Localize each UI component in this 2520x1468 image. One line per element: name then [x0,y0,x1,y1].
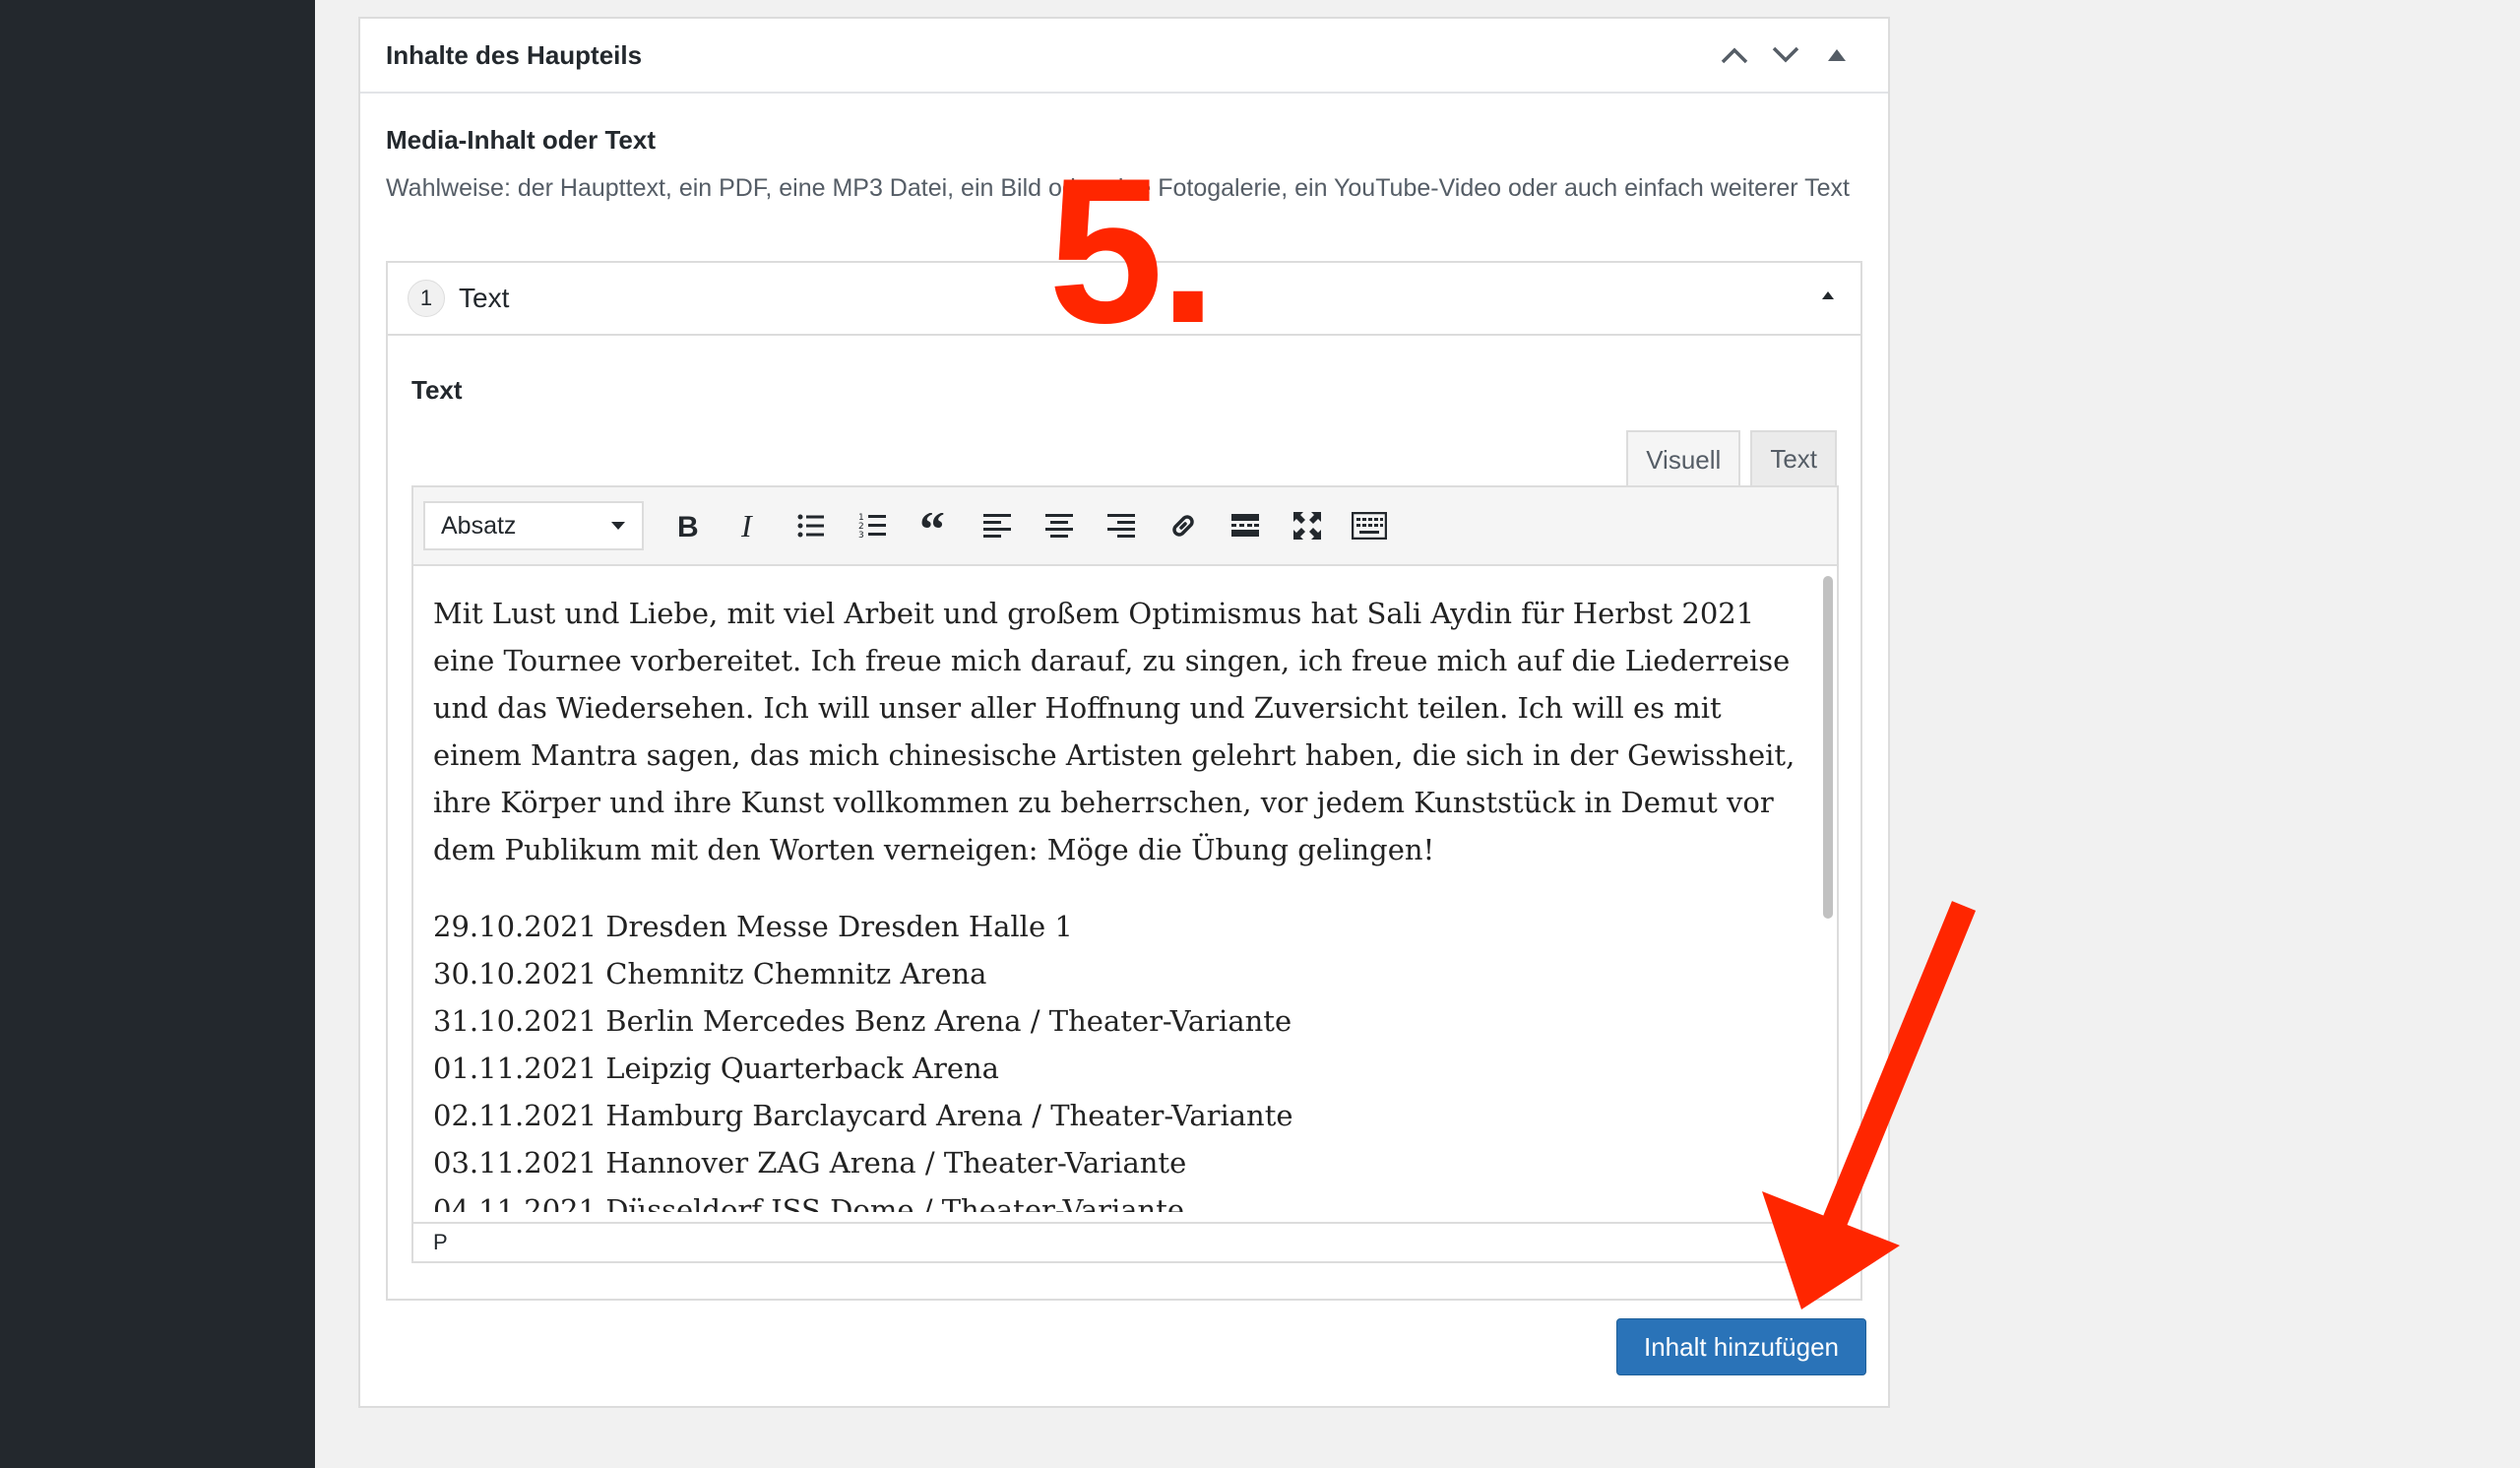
collapse-triangle-icon[interactable] [1821,290,1835,300]
tour-date-line: 01.11.2021 Leipzig Quarterback Arena [433,1052,999,1085]
step-number-annotation: 5. [1048,135,1217,366]
editor-status-bar: P [413,1222,1837,1261]
format-select-value: Absatz [441,511,517,540]
fullscreen-icon [1293,512,1321,540]
paragraph-text: Mit Lust und Liebe, mit viel Arbeit und … [433,597,1796,866]
metabox-title: Inhalte des Haupteils [386,39,643,70]
align-center-button[interactable] [1034,500,1085,551]
metabox-header: Inhalte des Haupteils [360,19,1888,94]
blockquote-icon: “ [919,513,945,539]
editor-tabs: Visuell Text [1626,430,1837,487]
dropdown-arrow-icon [611,522,625,530]
toolbar-toggle-button[interactable] [1344,500,1395,551]
toolbar-toggle-icon [1352,512,1387,540]
bullet-list-icon [797,514,824,538]
element-path[interactable]: P [433,1230,448,1254]
link-icon [1172,515,1194,537]
editor-content[interactable]: Mit Lust und Liebe, mit viel Arbeit und … [413,568,1837,1212]
tour-date-line: 29.10.2021 Dresden Messe Dresden Halle 1 [433,910,1073,943]
add-content-button[interactable]: Inhalt hinzufügen [1616,1318,1866,1375]
italic-button[interactable]: I [724,500,775,551]
tour-date-line: 31.10.2021 Berlin Mercedes Benz Arena / … [433,1004,1292,1038]
bold-icon: B [677,511,699,541]
tour-date-line: 03.11.2021 Hannover ZAG Arena / Theater-… [433,1146,1187,1180]
numbered-list-icon: 123 [858,513,886,540]
bullet-list-button[interactable] [786,500,837,551]
align-left-icon [983,514,1011,538]
red-arrow-icon [1762,901,1977,1309]
numbered-list-button[interactable]: 123 [848,500,899,551]
layout-order-badge: 1 [408,280,445,317]
link-button[interactable] [1158,500,1209,551]
italic-icon: I [740,511,753,541]
text-field-label: Text [411,375,463,405]
move-down-button[interactable] [1760,30,1811,81]
read-more-icon [1231,514,1259,537]
align-right-icon [1107,514,1135,538]
wysiwyg-editor: Absatz B I 123 “ [411,485,1839,1263]
bold-button[interactable]: B [662,500,713,551]
layout-name: Text [459,283,510,313]
triangle-up-icon [1828,49,1846,61]
tour-date-line: 02.11.2021 Hamburg Barclaycard Arena / T… [433,1099,1293,1132]
read-more-button[interactable] [1220,500,1271,551]
editor-scrollbar[interactable] [1823,576,1833,919]
tour-date-line: 30.10.2021 Chemnitz Chemnitz Arena [433,957,987,990]
move-up-button[interactable] [1709,30,1760,81]
align-right-button[interactable] [1096,500,1147,551]
flexible-layout: 1 Text Text Visuell Text Absatz B I 1 2 … [386,261,1862,1301]
align-left-button[interactable] [972,500,1023,551]
tour-date-line: 04.11.2021 Düsseldorf ISS Dome / Theater… [433,1193,1185,1212]
svg-text:I: I [740,511,753,541]
blockquote-button[interactable]: “ [910,500,961,551]
fullscreen-button[interactable] [1282,500,1333,551]
tab-text[interactable]: Text [1750,430,1837,485]
format-select[interactable]: Absatz [423,501,644,550]
svg-text:“: “ [919,513,945,539]
chevron-up-icon [1721,47,1748,64]
tour-dates-list: 29.10.2021 Dresden Messe Dresden Halle 1… [433,903,1817,1212]
tab-visual[interactable]: Visuell [1626,430,1741,487]
svg-text:3: 3 [858,531,864,540]
toggle-panel-button[interactable] [1811,30,1862,81]
chevron-down-icon [1772,46,1799,63]
align-center-icon [1045,514,1073,538]
admin-sidebar [0,0,315,1468]
editor-toolbar: Absatz B I 123 “ [413,487,1837,566]
svg-text:B: B [677,511,699,541]
